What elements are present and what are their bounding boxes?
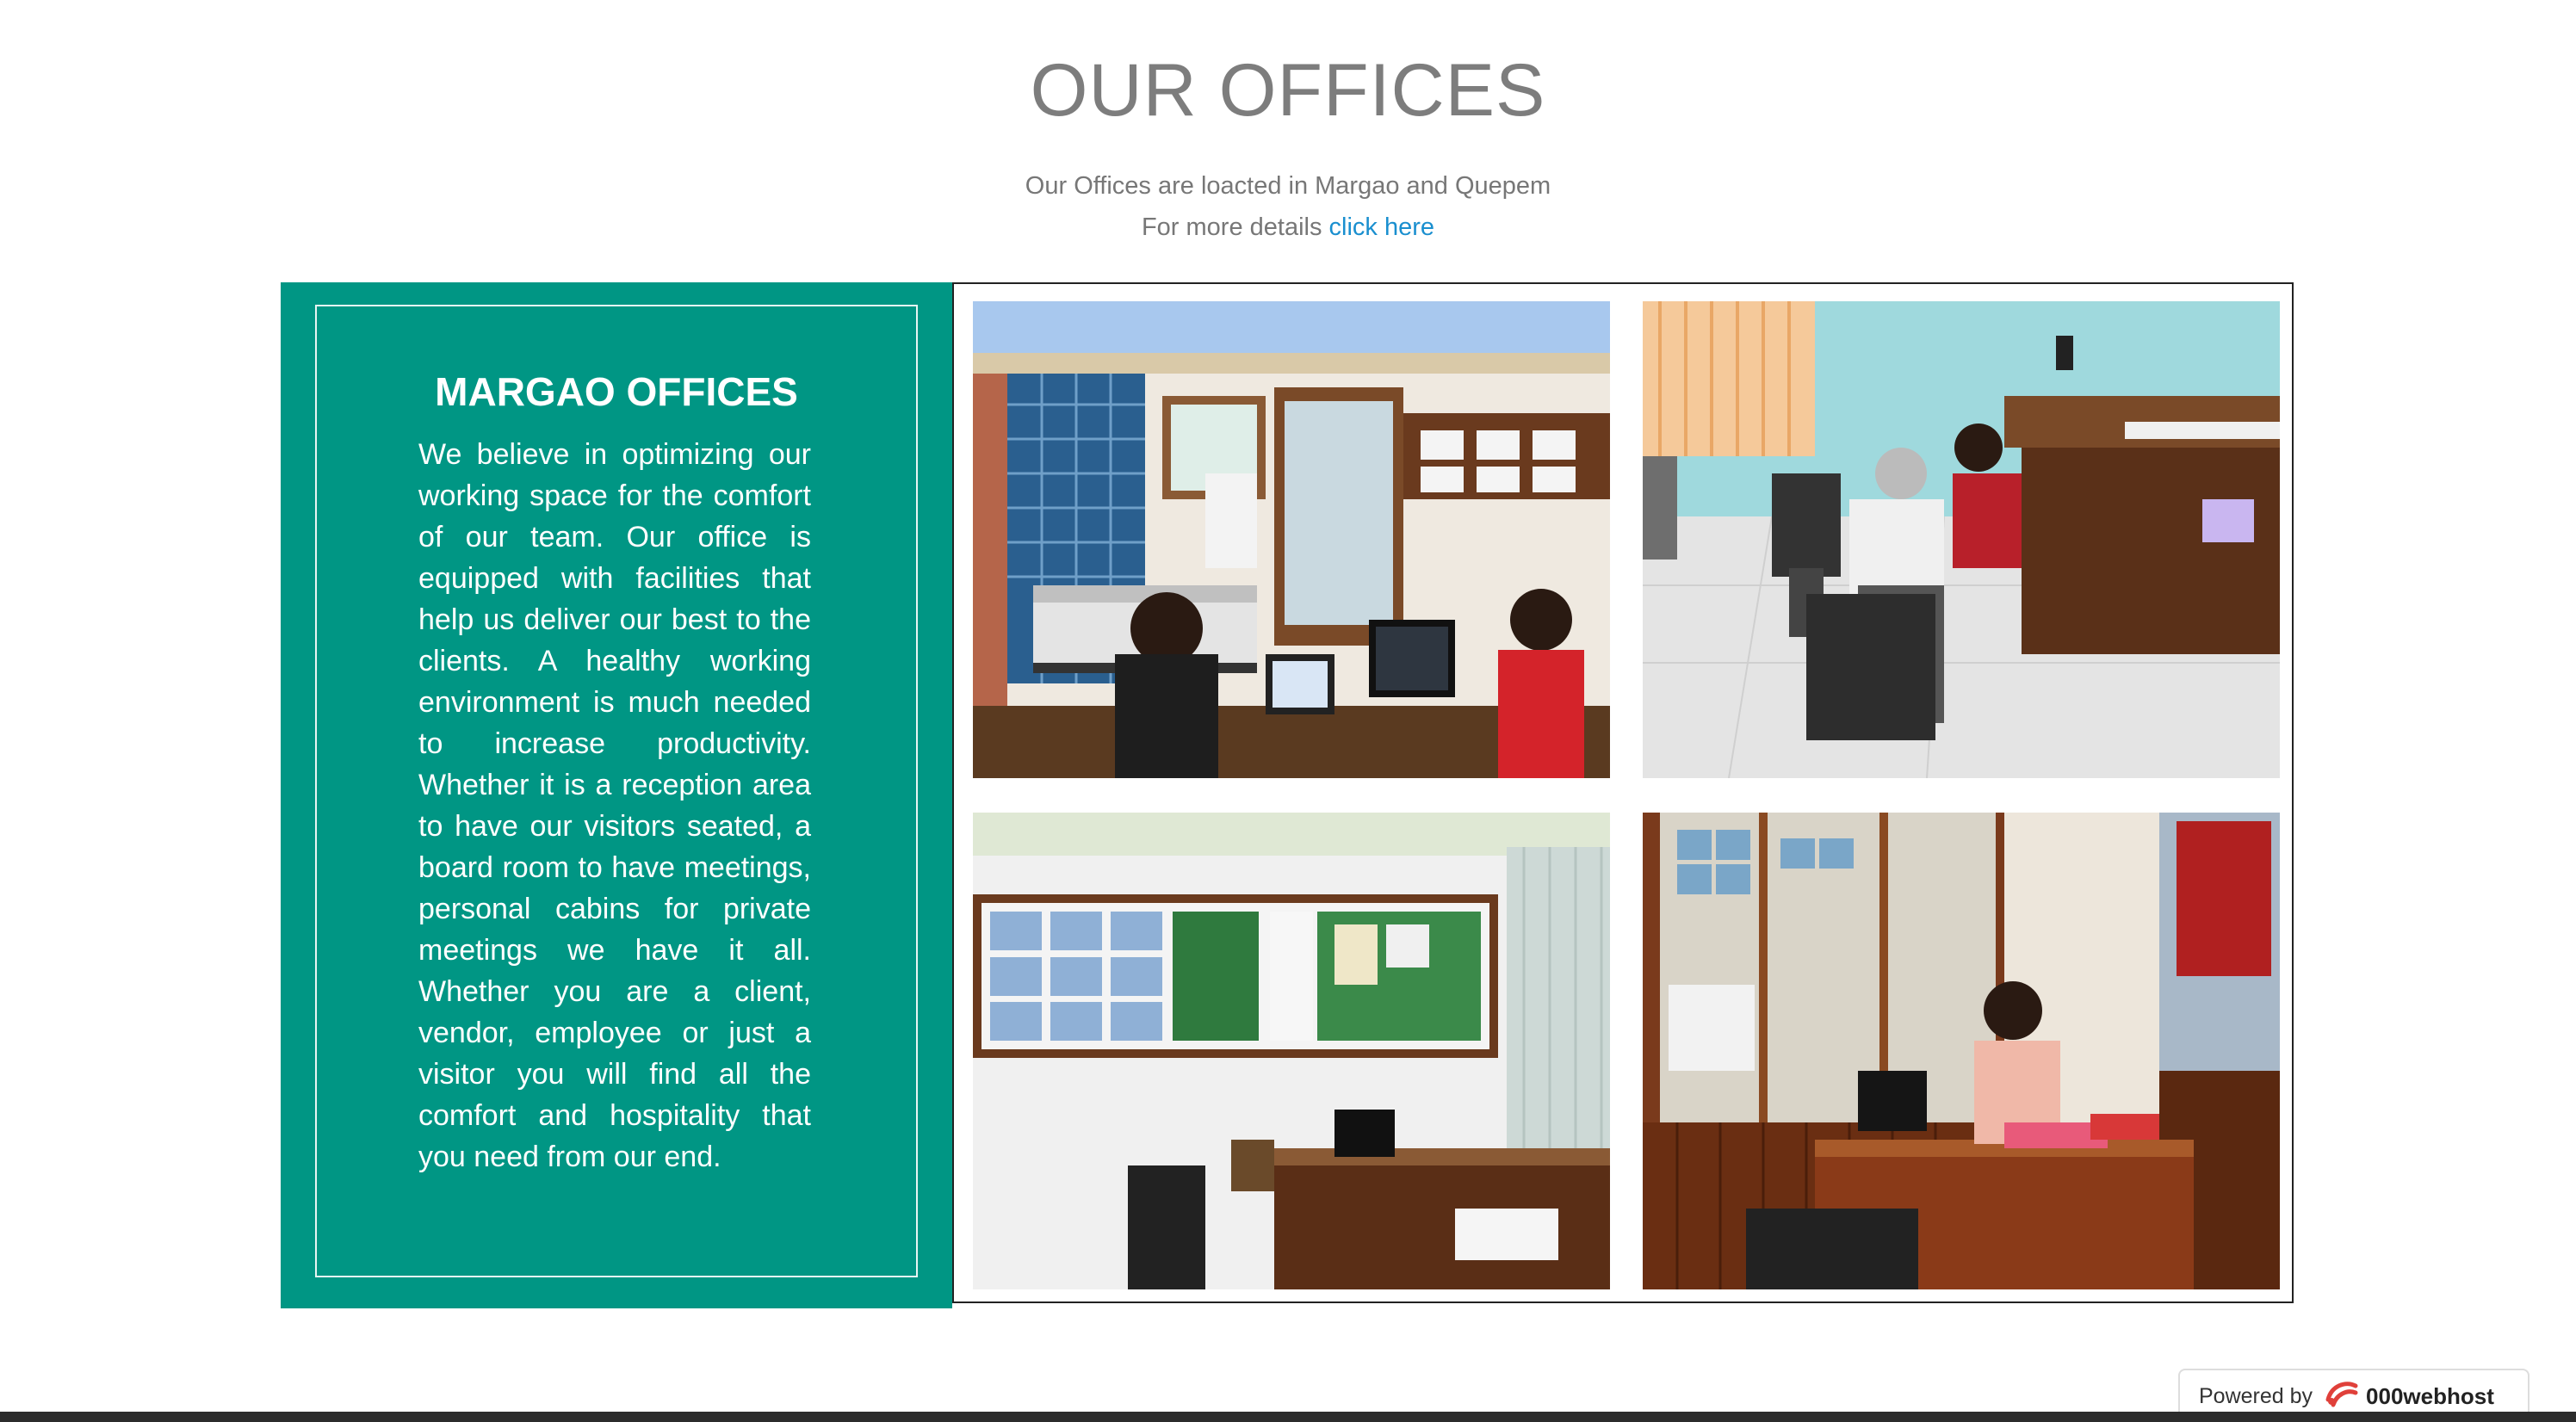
bottom-bar bbox=[0, 1412, 2576, 1422]
page-title: OUR OFFICES bbox=[1030, 49, 1546, 132]
page: OUR OFFICES Our Offices are loacted in M… bbox=[0, 0, 2576, 1422]
click-here-link[interactable]: click here bbox=[1329, 213, 1435, 241]
panel-title: MARGAO OFFICES bbox=[435, 369, 798, 414]
margao-offices-panel: MARGAO OFFICES We believe in optimizing … bbox=[281, 282, 952, 1308]
intro-text: Our Offices are loacted in Margao and Qu… bbox=[0, 165, 2576, 248]
webhost-logo-icon bbox=[2325, 1379, 2359, 1414]
intro-line-details: For more details click here bbox=[0, 207, 2576, 248]
office-photo-cabin[interactable] bbox=[973, 813, 1610, 1289]
intro-details-prefix: For more details bbox=[1141, 213, 1322, 241]
panel-description: We believe in optimizing our working spa… bbox=[418, 438, 811, 1173]
office-photo-gallery bbox=[952, 282, 2294, 1303]
office-photo-workstations[interactable] bbox=[1643, 301, 2280, 778]
powered-by-label: Powered by bbox=[2199, 1383, 2313, 1408]
office-photo-reception[interactable] bbox=[973, 301, 1610, 778]
office-photo-front-desk[interactable] bbox=[1643, 813, 2280, 1289]
intro-line-locations: Our Offices are loacted in Margao and Qu… bbox=[1025, 172, 1551, 200]
webhost-brand: 000webhost bbox=[2366, 1382, 2494, 1409]
